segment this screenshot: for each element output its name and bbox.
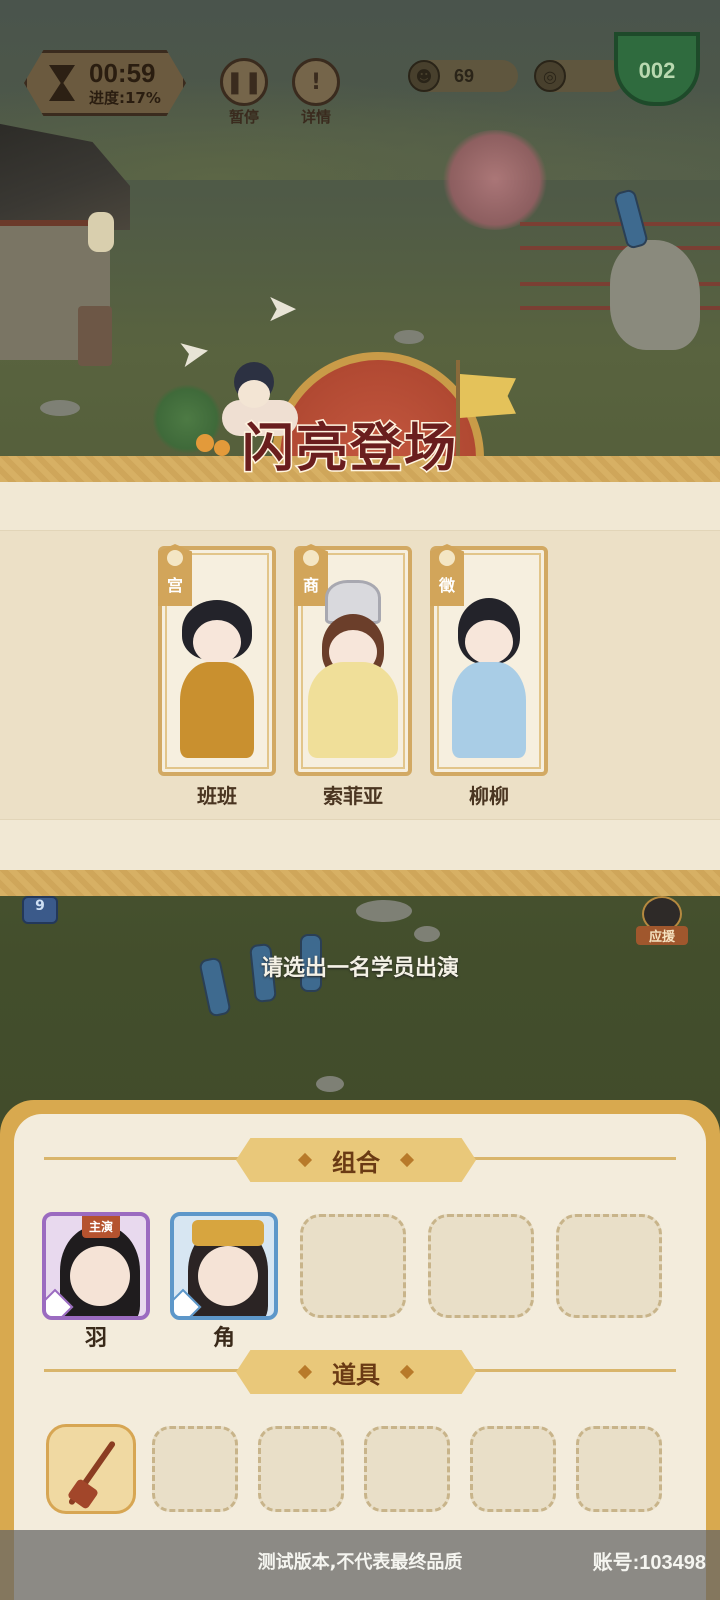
- character-tag: 宫: [158, 544, 192, 606]
- character-tag: 商: [294, 544, 328, 606]
- details-button[interactable]: ! 详情: [290, 58, 342, 127]
- member-name: 角: [212, 1326, 235, 1351]
- empty-prop-slot[interactable]: [152, 1426, 238, 1512]
- banner-title: 闪亮登场: [240, 417, 458, 481]
- timer-panel: 00:59 进度:17%: [24, 50, 186, 116]
- account-id: 账号:103498: [592, 1552, 706, 1574]
- character-card-liuliu[interactable]: 徵: [430, 544, 548, 776]
- pause-icon: ❚❚: [220, 58, 268, 106]
- character-tag-label: 商: [302, 576, 319, 595]
- copper-coin-icon: ◎: [534, 60, 566, 92]
- level-badge[interactable]: 9: [22, 896, 58, 924]
- coin-counter: ◎: [534, 60, 626, 92]
- stepping-stone: [40, 400, 80, 416]
- props-section-header: 道具: [236, 1350, 476, 1394]
- hourglass-icon: [49, 65, 75, 101]
- stepping-stone: [356, 900, 412, 922]
- character-tag-label: 宫: [166, 576, 183, 595]
- progress-text: 进度:17%: [89, 88, 161, 107]
- character-tag-label: 徵: [438, 576, 455, 595]
- tone-icon: [439, 550, 455, 566]
- member-name: 羽: [84, 1326, 107, 1351]
- empty-prop-slot[interactable]: [576, 1426, 662, 1512]
- banner-light-strip: [0, 482, 720, 530]
- character-robe: [452, 662, 526, 758]
- member-face: [70, 1246, 130, 1306]
- exclamation-icon: !: [292, 58, 340, 106]
- empty-prop-slot[interactable]: [364, 1426, 450, 1512]
- cherry-blossom-tree: [440, 130, 550, 230]
- stepping-stone: [414, 926, 440, 942]
- character-name: 索菲亚: [323, 784, 383, 808]
- flying-girl-face: [238, 380, 270, 408]
- character-card-sophia[interactable]: 商: [294, 544, 412, 776]
- character-face: [465, 620, 513, 664]
- instruction-text: 请选出一名学员出演: [260, 956, 459, 981]
- character-face: [193, 620, 241, 664]
- garden-rock: [610, 240, 700, 350]
- banner-border-bottom: [0, 870, 720, 896]
- character-robe: [180, 662, 254, 758]
- tone-icon: [167, 550, 183, 566]
- combo-section-header: 组合: [236, 1138, 476, 1182]
- diamond-icon: [399, 1152, 415, 1168]
- paper-crane-icon: ➤: [266, 286, 298, 330]
- props-title: 道具: [332, 1360, 380, 1389]
- diamond-icon: [297, 1152, 313, 1168]
- empty-prop-slot[interactable]: [470, 1426, 556, 1512]
- empty-combo-slot[interactable]: [556, 1214, 662, 1318]
- stepping-stone: [394, 330, 424, 344]
- timer-value: 00:59: [89, 57, 156, 88]
- currency-value: 69: [454, 65, 475, 86]
- character-name: 柳柳: [469, 784, 509, 808]
- member-face: [198, 1246, 258, 1306]
- pause-label: 暂停: [228, 108, 259, 126]
- banner-light-strip-bottom: [0, 820, 720, 870]
- red-fence: [520, 222, 720, 250]
- orange-fruit: [196, 434, 214, 452]
- green-action-button[interactable]: 002: [614, 32, 700, 106]
- character-dress: [308, 662, 398, 758]
- lead-role-badge: 主演: [82, 1216, 120, 1238]
- character-head-icon: ☻: [408, 60, 440, 92]
- empty-combo-slot[interactable]: [428, 1214, 534, 1318]
- empty-prop-slot[interactable]: [258, 1426, 344, 1512]
- diamond-icon: [399, 1364, 415, 1380]
- combo-title: 组合: [332, 1148, 380, 1177]
- lantern: [88, 212, 114, 252]
- pause-button[interactable]: ❚❚ 暂停: [218, 58, 270, 127]
- currency-counter: ☻ 69: [408, 60, 518, 92]
- stepping-stone: [316, 1076, 344, 1092]
- support-button[interactable]: 应援: [636, 896, 688, 952]
- diamond-icon: [297, 1364, 313, 1380]
- stone-lantern-tower: [78, 306, 112, 366]
- support-label: 应援: [636, 926, 688, 945]
- character-tag: 徵: [430, 544, 464, 606]
- character-card-banban[interactable]: 宫: [158, 544, 276, 776]
- headdress: [192, 1220, 264, 1246]
- empty-combo-slot[interactable]: [300, 1214, 406, 1318]
- combo-member-slot-2[interactable]: [170, 1212, 278, 1320]
- prop-slot-erhu[interactable]: [46, 1424, 136, 1514]
- details-label: 详情: [300, 108, 331, 126]
- character-name: 班班: [197, 784, 237, 808]
- tone-icon: [303, 550, 319, 566]
- combo-member-slot-1[interactable]: 主演: [42, 1212, 150, 1320]
